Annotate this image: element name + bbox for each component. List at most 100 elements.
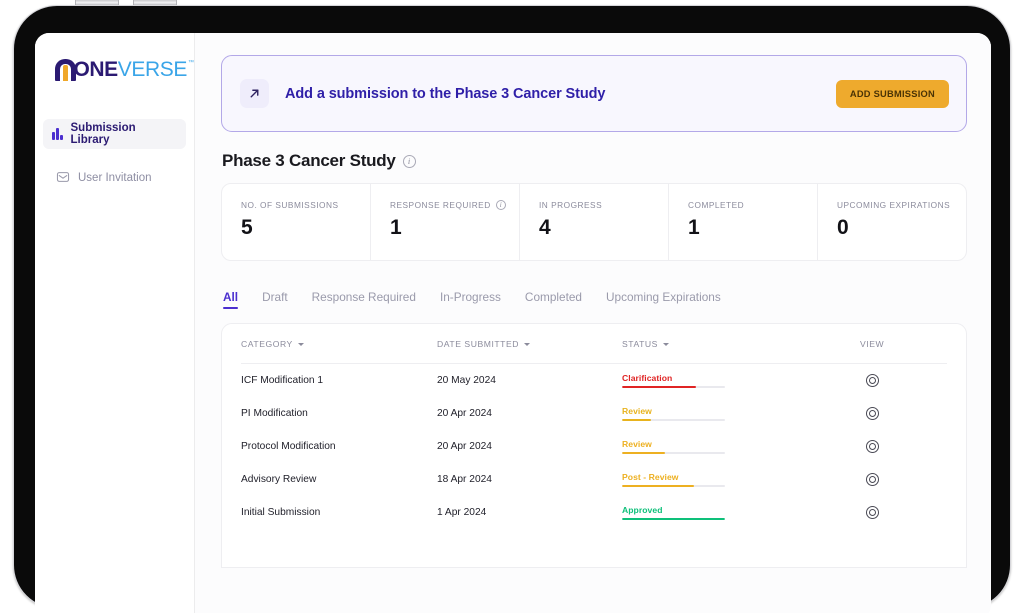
status-progress-bar <box>622 451 725 455</box>
stat-label: RESPONSE REQUIRED <box>390 200 491 210</box>
filter-tabs: All Draft Response Required In-Progress … <box>223 283 967 309</box>
table-row[interactable]: Advisory Review 18 Apr 2024 Post - Revie… <box>241 463 947 496</box>
cell-view <box>822 374 922 387</box>
cell-view <box>822 473 922 486</box>
status-label: Review <box>622 405 652 416</box>
column-label: CATEGORY <box>241 338 293 349</box>
cell-date: 20 Apr 2024 <box>437 408 492 419</box>
banner-title: Add a submission to the Phase 3 Cancer S… <box>285 85 606 102</box>
table-header-row: CATEGORY DATE SUBMITTED STATUS VIEW <box>241 324 947 364</box>
logo-text-verse: VERSE <box>117 58 188 81</box>
logo-text-one: ONE <box>73 58 118 81</box>
arrow-up-right-icon <box>240 79 269 108</box>
device-screen: ONE VERSE ™ Submission Library User Invi… <box>35 33 991 613</box>
stat-value: 1 <box>688 216 700 239</box>
view-target-icon[interactable] <box>865 506 879 519</box>
sidebar-item-label: Submission Library <box>70 122 136 146</box>
stat-label: IN PROGRESS <box>539 200 603 210</box>
status-progress-bar <box>622 418 725 422</box>
status-progress-bar <box>622 484 725 488</box>
stat-completed: COMPLETED 1 <box>669 184 818 260</box>
stat-label: NO. OF SUBMISSIONS <box>241 200 339 210</box>
cell-status: Review <box>622 439 822 455</box>
cell-date: 20 Apr 2024 <box>437 441 492 452</box>
status-progress-fill <box>622 418 651 422</box>
sidebar-item-submission-library[interactable]: Submission Library <box>43 119 186 149</box>
column-label: DATE SUBMITTED <box>437 338 520 349</box>
info-icon[interactable]: i <box>495 200 506 210</box>
column-label: VIEW <box>860 338 885 349</box>
status-progress-fill <box>622 451 666 455</box>
table-row[interactable]: ICF Modification 1 20 May 2024 Clarifica… <box>241 364 947 397</box>
tab-draft[interactable]: Draft <box>262 290 288 309</box>
tab-all[interactable]: All <box>223 290 239 309</box>
cell-category: Advisory Review <box>241 474 317 485</box>
chevron-down-icon <box>524 342 531 346</box>
table-row[interactable]: PI Modification 20 Apr 2024 Review <box>241 397 947 430</box>
status-progress-fill <box>622 484 695 488</box>
status-label: Approved <box>622 504 663 515</box>
tab-completed[interactable]: Completed <box>525 290 582 309</box>
logo-trademark: ™ <box>188 60 194 66</box>
sidebar-item-label: User Invitation <box>78 172 152 184</box>
tab-response-required[interactable]: Response Required <box>312 290 416 309</box>
stat-response-required: RESPONSE REQUIRED i 1 <box>371 184 520 260</box>
stats-card: NO. OF SUBMISSIONS 5 RESPONSE REQUIRED i… <box>221 183 967 261</box>
view-target-icon[interactable] <box>865 440 879 453</box>
stat-value: 1 <box>390 216 402 239</box>
cell-date: 20 May 2024 <box>437 375 496 386</box>
add-submission-banner: Add a submission to the Phase 3 Cancer S… <box>221 55 967 132</box>
stat-label: COMPLETED <box>688 200 745 210</box>
cell-view <box>822 440 922 453</box>
view-target-icon[interactable] <box>865 374 879 387</box>
view-target-icon[interactable] <box>865 473 879 486</box>
cell-date: 18 Apr 2024 <box>437 474 492 485</box>
status-progress-bar <box>622 385 725 389</box>
stat-in-progress: IN PROGRESS 4 <box>520 184 669 260</box>
chevron-down-icon <box>662 342 669 346</box>
column-header-view: VIEW <box>822 339 922 349</box>
page-title: Phase 3 Cancer Study <box>222 151 396 170</box>
status-progress-bar <box>622 517 725 521</box>
add-submission-button[interactable]: ADD SUBMISSION <box>835 79 949 108</box>
cell-status: Review <box>622 406 822 422</box>
column-header-category[interactable]: CATEGORY <box>241 339 437 349</box>
status-label: Review <box>622 438 652 449</box>
cell-view <box>822 407 922 420</box>
table-row[interactable]: Protocol Modification 20 Apr 2024 Review <box>241 430 947 463</box>
status-label: Post - Review <box>622 471 679 482</box>
info-icon[interactable]: i <box>402 154 416 168</box>
stat-upcoming-expirations: UPCOMING EXPIRATIONS 0 <box>818 184 966 260</box>
chevron-down-icon <box>297 342 304 346</box>
logo-mark-icon <box>55 59 76 81</box>
device-frame: ONE VERSE ™ Submission Library User Invi… <box>0 0 1024 613</box>
status-label: Clarification <box>622 372 673 383</box>
device-bezel: ONE VERSE ™ Submission Library User Invi… <box>13 5 1011 613</box>
cell-status: Approved <box>622 505 822 521</box>
column-header-date-submitted[interactable]: DATE SUBMITTED <box>437 339 622 349</box>
tab-upcoming-expirations[interactable]: Upcoming Expirations <box>606 290 721 309</box>
cell-view <box>822 506 922 519</box>
stat-value: 0 <box>837 216 849 239</box>
bar-chart-icon <box>52 128 63 140</box>
page-title-row: Phase 3 Cancer Study i <box>222 151 967 171</box>
stat-value: 5 <box>241 216 253 239</box>
tab-in-progress[interactable]: In-Progress <box>440 290 501 309</box>
stat-value: 4 <box>539 216 551 239</box>
view-target-icon[interactable] <box>865 407 879 420</box>
cell-category: Protocol Modification <box>241 441 336 452</box>
envelope-icon <box>56 170 70 187</box>
submissions-table: CATEGORY DATE SUBMITTED STATUS VIEW ICF … <box>221 323 967 568</box>
app-logo[interactable]: ONE VERSE ™ <box>35 59 194 85</box>
cell-category: ICF Modification 1 <box>241 375 324 386</box>
sidebar-item-user-invitation[interactable]: User Invitation <box>43 163 186 193</box>
column-label: STATUS <box>622 338 658 349</box>
status-progress-fill <box>622 385 697 389</box>
sidebar: ONE VERSE ™ Submission Library User Invi… <box>35 33 195 613</box>
stat-label: UPCOMING EXPIRATIONS <box>837 200 951 210</box>
cell-date: 1 Apr 2024 <box>437 507 487 518</box>
table-row[interactable]: Initial Submission 1 Apr 2024 Approved <box>241 496 947 529</box>
cell-status: Clarification <box>622 373 822 389</box>
column-header-status[interactable]: STATUS <box>622 339 822 349</box>
cell-category: Initial Submission <box>241 507 321 518</box>
